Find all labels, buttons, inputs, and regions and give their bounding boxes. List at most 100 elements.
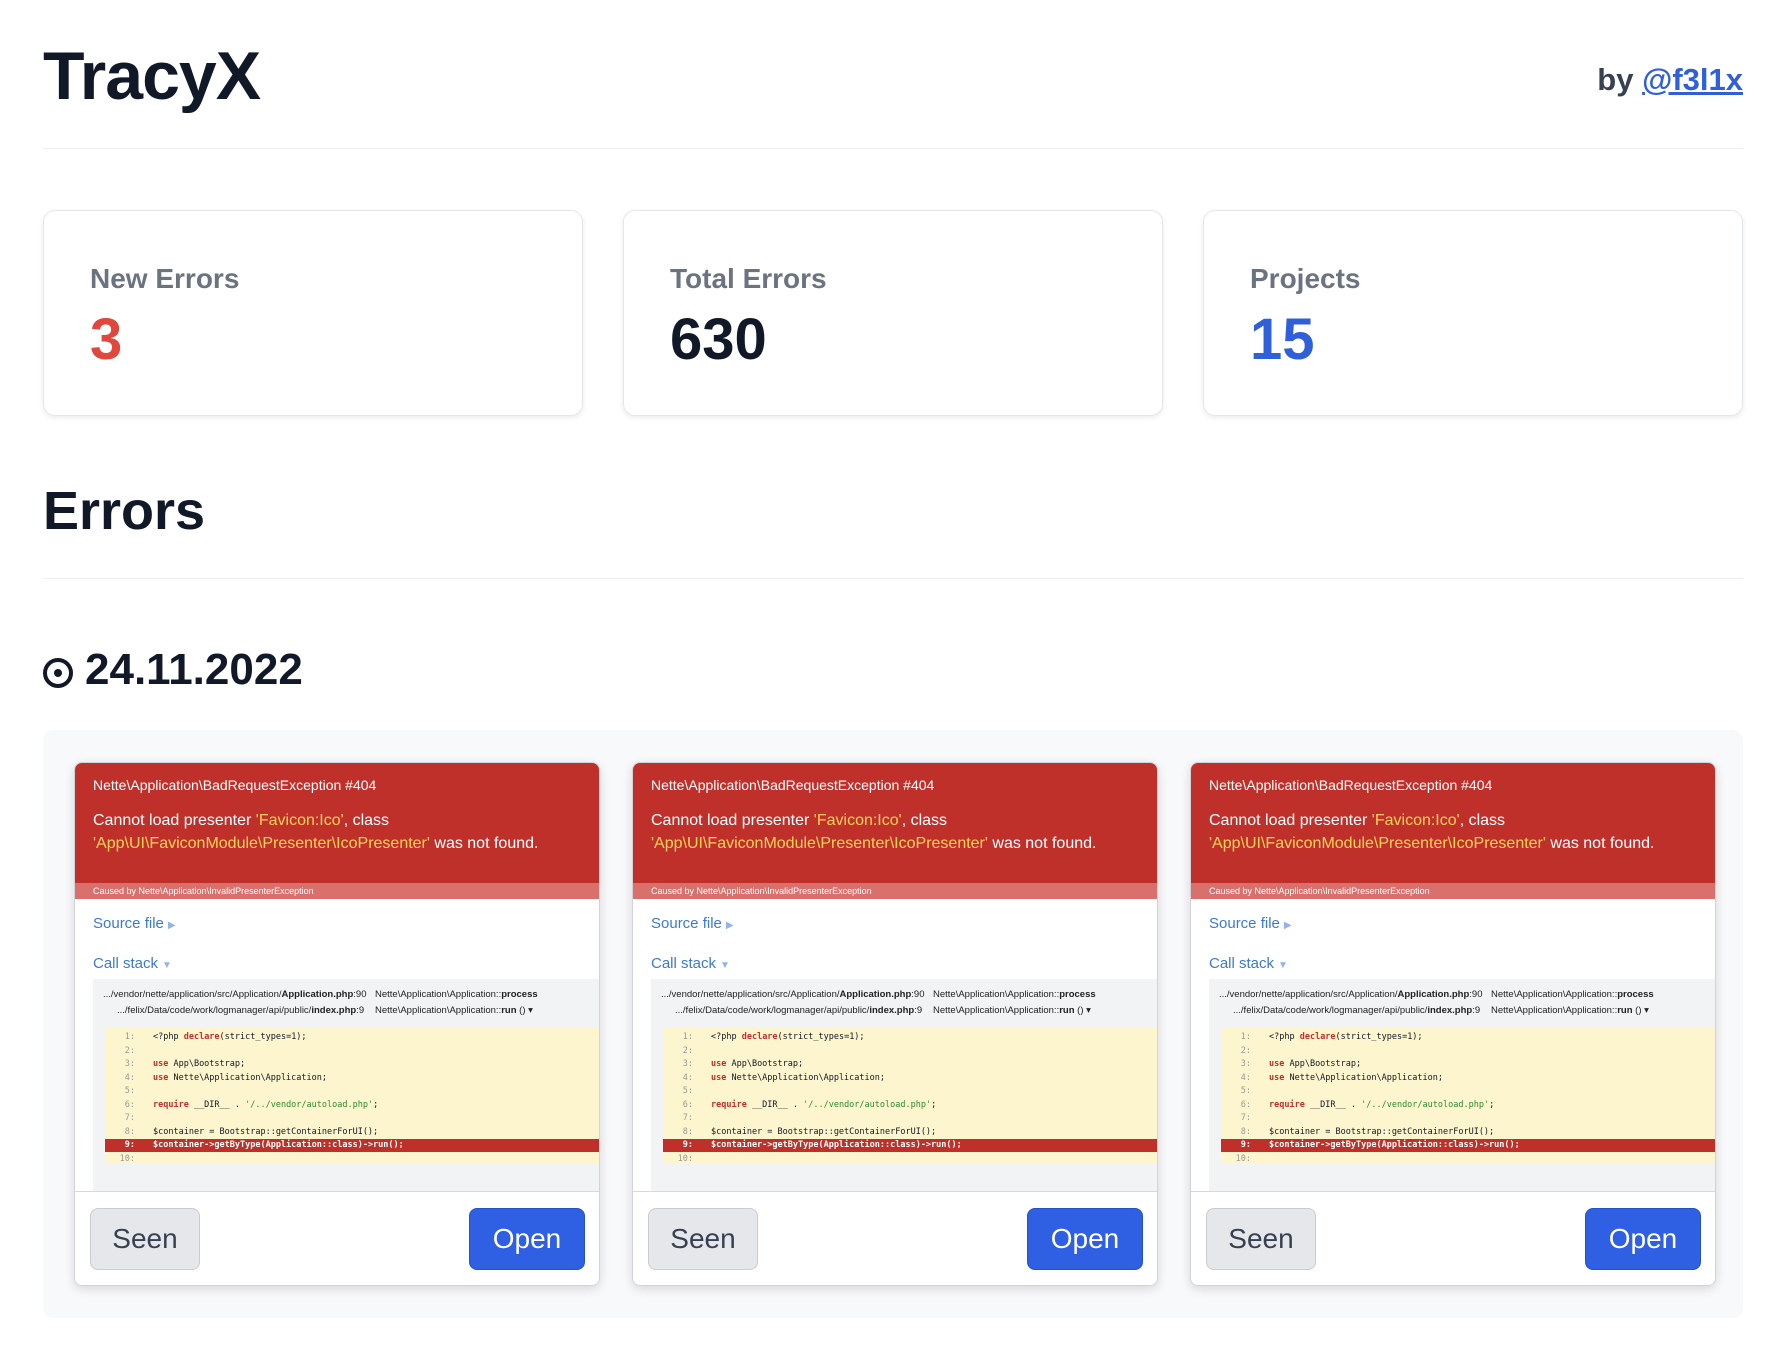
seen-button[interactable]: Seen — [1206, 1208, 1316, 1270]
code-line: 2: — [1240, 1045, 1251, 1056]
error-card: Nette\Application\BadRequestException #4… — [632, 762, 1158, 1286]
call-stack-label: Call stack — [651, 955, 717, 972]
triangle-down-icon: ▼ — [720, 960, 730, 971]
error-header: Nette\Application\BadRequestException #4… — [633, 763, 1157, 883]
code-line: 9: $container->getByType(Application::cla… — [663, 1139, 1157, 1152]
stack-row[interactable]: .../vendor/nette/application/src/Applica… — [103, 989, 367, 1000]
code-line: 10: — [119, 1153, 135, 1164]
code-line: 5: — [1240, 1086, 1251, 1096]
source-file-label: Source file — [651, 915, 722, 932]
call-stack: .../vendor/nette/application/src/Applica… — [1209, 979, 1715, 1191]
msg-highlight: 'App\UI\FaviconModule\Presenter\IcoPrese… — [93, 835, 430, 852]
stat-value: 15 — [1250, 307, 1315, 372]
code-line: 9: $container->getByType(Application::cla… — [1221, 1139, 1715, 1152]
stat-label: Projects — [1250, 263, 1361, 294]
date-heading: 24.11.2022 — [43, 648, 303, 692]
open-button[interactable]: Open — [1585, 1208, 1701, 1270]
code-line: 1: <?php declare(strict_types=1); — [1240, 1032, 1423, 1042]
stat-value: 3 — [90, 307, 123, 372]
error-header: Nette\Application\BadRequestException #4… — [1191, 763, 1715, 883]
byline-prefix: by — [1597, 62, 1634, 97]
stack-fn[interactable]: Nette\Application\Application::process — [933, 989, 1096, 1000]
stack-row[interactable]: .../felix/Data/code/work/logmanager/api/… — [675, 1005, 922, 1016]
open-button[interactable]: Open — [469, 1208, 585, 1270]
msg-text: was not found. — [987, 835, 1097, 852]
date-label: 24.11.2022 — [85, 645, 303, 694]
call-stack-label: Call stack — [93, 955, 159, 972]
page: TracyX by @f3l1x New Errors 3 Total Erro… — [43, 0, 1743, 1318]
section-title: Errors — [43, 481, 206, 541]
divider — [43, 578, 1743, 579]
clock-icon — [43, 658, 73, 688]
seen-button[interactable]: Seen — [648, 1208, 758, 1270]
stack-row[interactable]: .../felix/Data/code/work/logmanager/api/… — [117, 1005, 364, 1016]
stat-new-errors: New Errors 3 — [43, 210, 583, 416]
msg-highlight: 'Favicon:Ico' — [813, 812, 902, 829]
stat-label: Total Errors — [670, 263, 827, 294]
source-file-toggle[interactable]: Source file ▶ — [651, 915, 734, 932]
caused-by: Caused by Nette\Application\InvalidPrese… — [75, 883, 599, 899]
code-line: 10: — [1235, 1153, 1251, 1164]
author-link[interactable]: @f3l1x — [1642, 62, 1743, 97]
triangle-down-icon: ▼ — [162, 960, 172, 971]
stack-fn[interactable]: Nette\Application\Application::process — [375, 989, 538, 1000]
code-line: 3: use App\Bootstrap; — [1240, 1059, 1362, 1069]
code-preview: 1: <?php declare(strict_types=1); 2: 3: use … — [663, 1027, 1157, 1164]
code-line: 9: $container->getByType(Application::cla… — [105, 1139, 599, 1152]
error-card: Nette\Application\BadRequestException #4… — [74, 762, 600, 1286]
msg-highlight: 'App\UI\FaviconModule\Presenter\IcoPrese… — [1209, 835, 1546, 852]
msg-text: , class — [901, 812, 948, 829]
card-actions: Seen Open — [1191, 1191, 1715, 1285]
error-title: Nette\Application\BadRequestException #4… — [651, 777, 935, 793]
error-title: Nette\Application\BadRequestException #4… — [93, 777, 377, 793]
call-stack-toggle[interactable]: Call stack ▼ — [93, 955, 172, 972]
msg-text: Cannot load presenter — [651, 812, 814, 829]
open-button[interactable]: Open — [1027, 1208, 1143, 1270]
code-line: 7: — [1240, 1113, 1251, 1123]
code-line: 6: require __DIR__ . '/../vendor/autoload… — [124, 1099, 379, 1110]
stack-fn[interactable]: Nette\Application\Application::run () ▾ — [375, 1005, 533, 1016]
stat-projects: Projects 15 — [1203, 210, 1743, 416]
call-stack: .../vendor/nette/application/src/Applica… — [651, 979, 1157, 1191]
code-line: 7: — [124, 1113, 135, 1123]
stack-row[interactable]: .../vendor/nette/application/src/Applica… — [661, 989, 925, 1000]
code-line: 8: $container = Bootstrap::getContainerFo… — [124, 1126, 379, 1137]
msg-text: was not found. — [1545, 835, 1655, 852]
stack-row[interactable]: .../felix/Data/code/work/logmanager/api/… — [1233, 1005, 1480, 1016]
stack-fn[interactable]: Nette\Application\Application::run () ▾ — [1491, 1005, 1649, 1016]
code-line: 2: — [682, 1045, 693, 1056]
code-line: 4: use Nette\Application\Application; — [1240, 1072, 1443, 1083]
stack-fn[interactable]: Nette\Application\Application::process — [1491, 989, 1654, 1000]
source-file-toggle[interactable]: Source file ▶ — [93, 915, 176, 932]
source-file-label: Source file — [93, 915, 164, 932]
msg-text: , class — [343, 812, 390, 829]
stack-row[interactable]: .../vendor/nette/application/src/Applica… — [1219, 989, 1483, 1000]
stack-fn[interactable]: Nette\Application\Application::run () ▾ — [933, 1005, 1091, 1016]
error-title: Nette\Application\BadRequestException #4… — [1209, 777, 1493, 793]
msg-text: , class — [1459, 812, 1506, 829]
code-line: 6: require __DIR__ . '/../vendor/autoload… — [682, 1099, 937, 1110]
seen-button[interactable]: Seen — [90, 1208, 200, 1270]
stat-value: 630 — [670, 307, 767, 372]
msg-text: was not found. — [429, 835, 539, 852]
code-line: 2: — [124, 1045, 135, 1056]
code-line: 10: — [677, 1153, 693, 1164]
triangle-right-icon: ▶ — [167, 920, 176, 931]
byline: by @f3l1x — [1597, 62, 1743, 98]
code-line: 1: <?php declare(strict_types=1); — [124, 1032, 307, 1042]
call-stack-toggle[interactable]: Call stack ▼ — [1209, 955, 1288, 972]
stat-label: New Errors — [90, 263, 240, 294]
triangle-down-icon: ▼ — [1278, 960, 1288, 971]
msg-text: Cannot load presenter — [93, 812, 256, 829]
triangle-right-icon: ▶ — [1283, 920, 1292, 931]
error-message: Cannot load presenter 'Favicon:Ico', cla… — [651, 809, 1151, 855]
call-stack: .../vendor/nette/application/src/Applica… — [93, 979, 599, 1191]
call-stack-toggle[interactable]: Call stack ▼ — [651, 955, 730, 972]
code-preview: 1: <?php declare(strict_types=1); 2: 3: use … — [105, 1027, 599, 1164]
page-header: TracyX by @f3l1x — [43, 0, 1743, 149]
source-file-toggle[interactable]: Source file ▶ — [1209, 915, 1292, 932]
card-actions: Seen Open — [633, 1191, 1157, 1285]
code-line: 3: use App\Bootstrap; — [682, 1059, 804, 1069]
code-line: 4: use Nette\Application\Application; — [682, 1072, 885, 1083]
triangle-right-icon: ▶ — [725, 920, 734, 931]
